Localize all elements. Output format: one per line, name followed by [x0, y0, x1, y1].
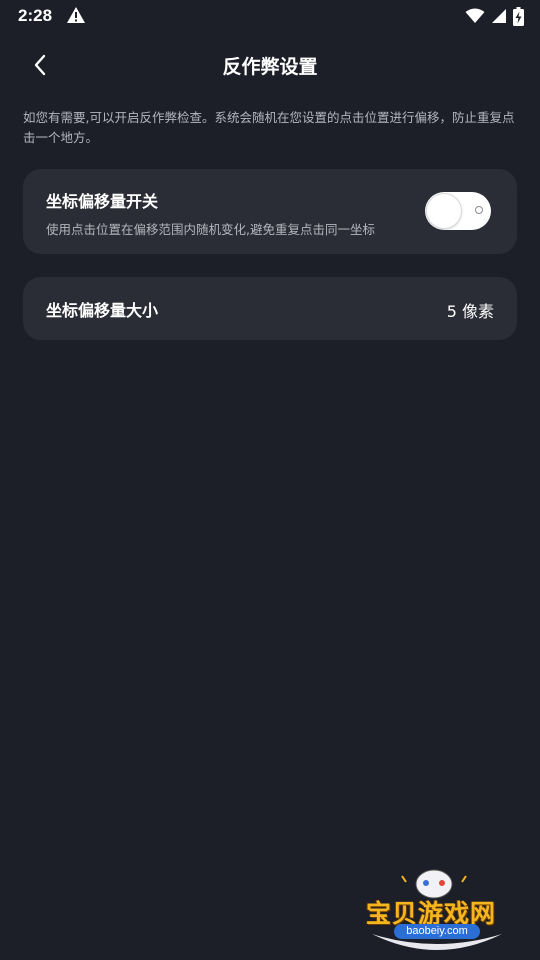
page-title: 反作弊设置: [222, 56, 318, 78]
offset-size-value: 5 像素: [446, 302, 494, 321]
status-bar: 2:28: [0, 0, 540, 32]
watermark-url: baobeiy.com: [394, 924, 480, 939]
status-icons: [465, 5, 524, 27]
signal-icon: [492, 9, 506, 23]
header: 反作弊设置: [0, 40, 540, 90]
offset-switch-subtitle: 使用点击位置在偏移范围内随机变化,避免重复点击同一坐标: [46, 222, 375, 237]
offset-switch-card: 坐标偏移量开关 使用点击位置在偏移范围内随机变化,避免重复点击同一坐标: [23, 169, 517, 254]
warning-icon: [67, 7, 85, 23]
switch-off-icon: [475, 206, 483, 214]
watermark-logo: 宝贝游戏网 baobeiy.com: [362, 866, 512, 956]
status-time: 2:28: [18, 6, 53, 25]
switch-thumb: [427, 194, 461, 228]
offset-size-card[interactable]: 坐标偏移量大小 5 像素: [23, 277, 517, 340]
offset-switch-toggle[interactable]: [425, 192, 491, 230]
offset-size-title: 坐标偏移量大小: [46, 301, 159, 320]
battery-charging-icon: [513, 6, 524, 26]
wifi-icon: [465, 8, 485, 23]
offset-switch-title: 坐标偏移量开关: [46, 192, 159, 211]
page-description: 如您有需要,可以开启反作弊检查。系统会随机在您设置的点击位置进行偏移，防止重复点…: [23, 110, 515, 145]
